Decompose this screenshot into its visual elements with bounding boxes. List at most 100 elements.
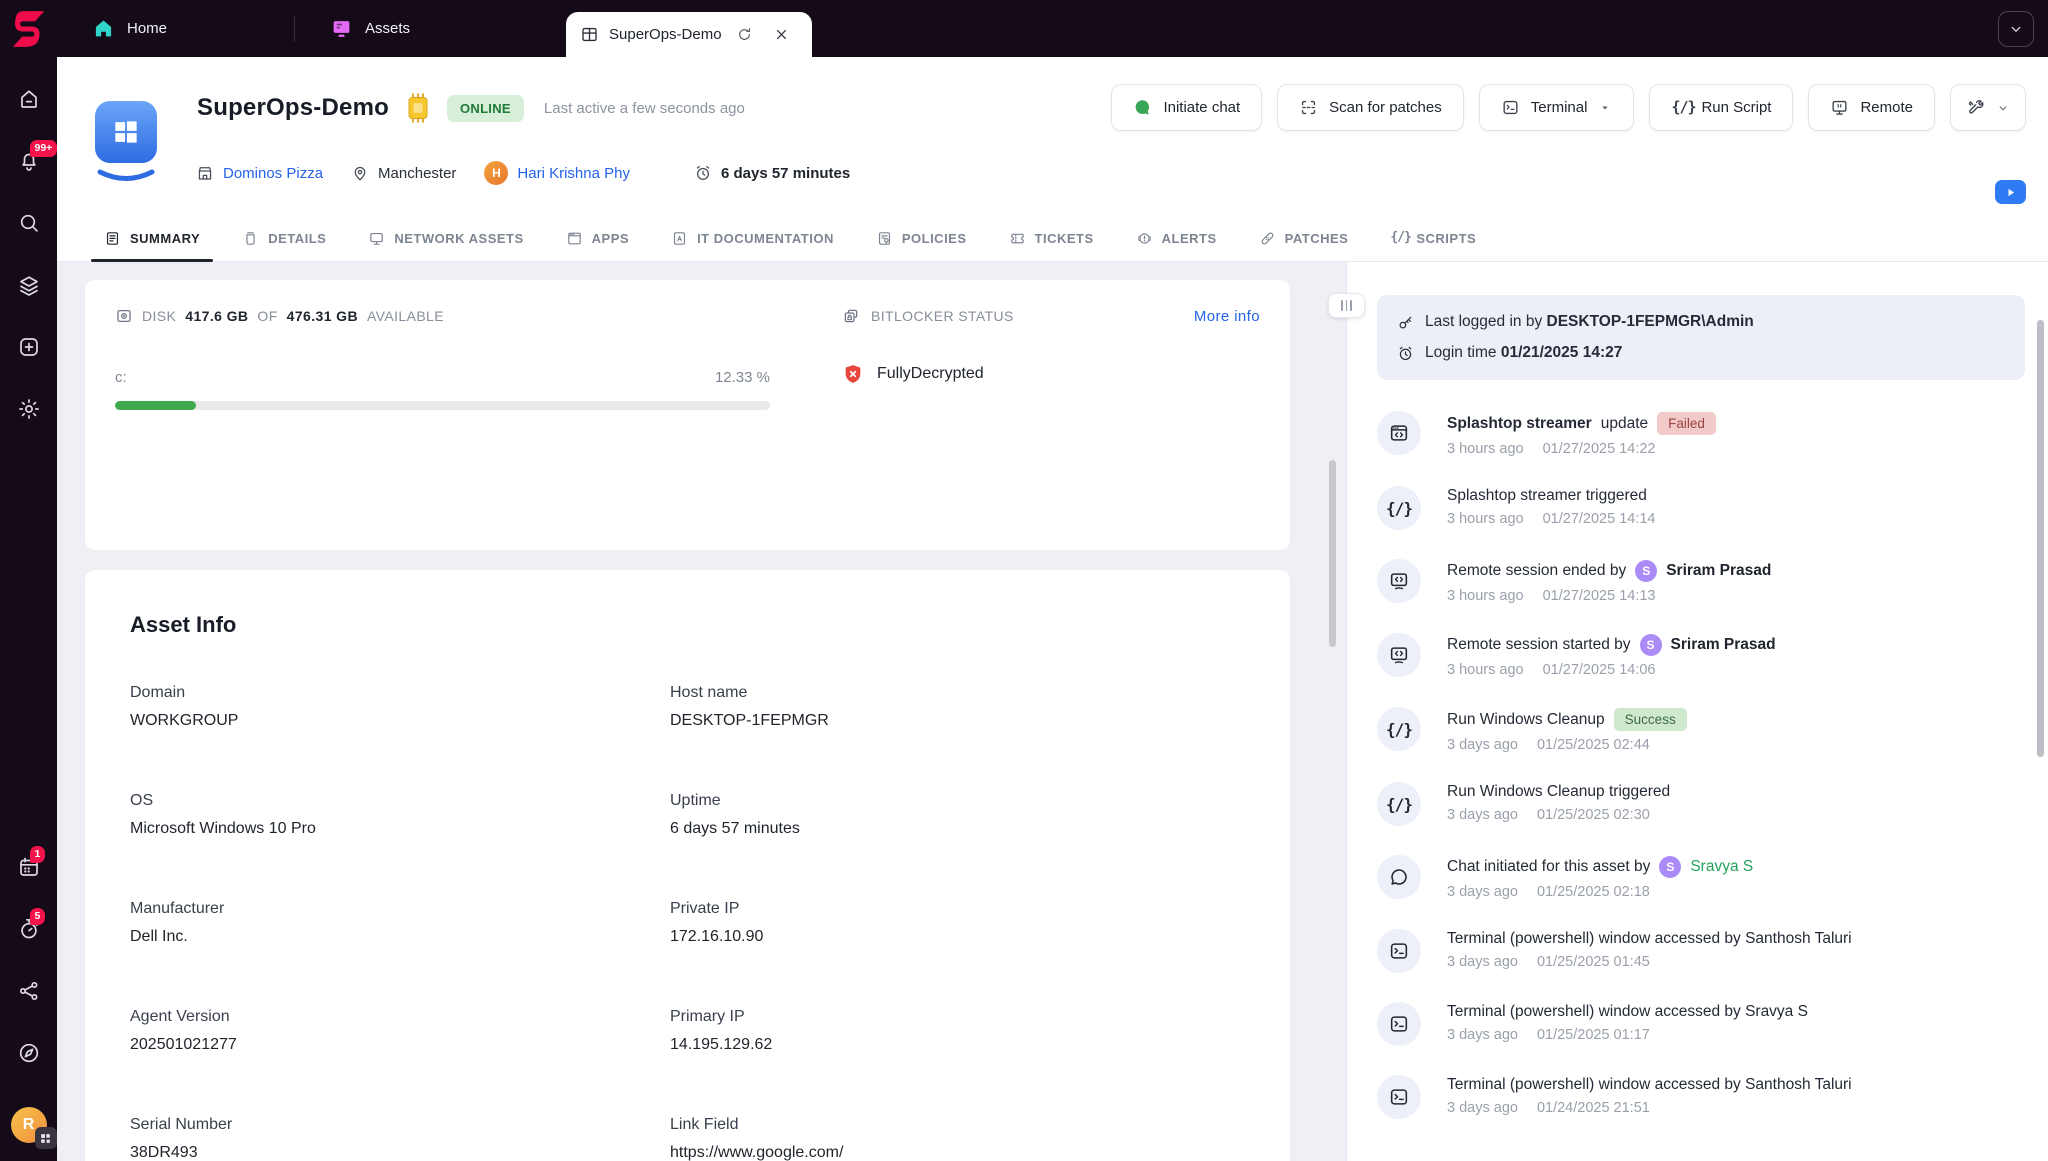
location-pin-icon bbox=[351, 164, 369, 182]
sidebar-share-nodes-icon[interactable] bbox=[17, 979, 41, 1003]
last-login-user: DESKTOP-1FEPMGR\Admin bbox=[1546, 313, 1754, 330]
activity-time-ago: 3 days ago bbox=[1447, 884, 1518, 900]
remote-button[interactable]: Remote bbox=[1808, 84, 1935, 131]
topbar-home-tab[interactable]: Home bbox=[57, 0, 294, 57]
terminal-button[interactable]: Terminal bbox=[1478, 84, 1635, 131]
terminal-feed-icon bbox=[1377, 1002, 1421, 1046]
activity-date: 01/25/2025 01:17 bbox=[1536, 1027, 1650, 1043]
activity-date: 01/25/2025 02:44 bbox=[1536, 737, 1650, 753]
activity-date: 01/27/2025 14:06 bbox=[1542, 662, 1656, 678]
tab-policies[interactable]: POLICIES bbox=[855, 215, 988, 261]
bitlocker-more-info-link[interactable]: More info bbox=[1194, 308, 1260, 325]
bitlocker-status-value: FullyDecrypted bbox=[877, 365, 984, 382]
tools-menu-button[interactable] bbox=[1950, 84, 2026, 131]
page-title: SuperOps-Demo bbox=[197, 94, 389, 121]
asset-info-card: Asset Info Domain WORKGROUP Host name DES… bbox=[85, 570, 1290, 1161]
topbar-assets-tab[interactable]: Assets bbox=[295, 0, 532, 57]
sidebar-home-icon[interactable] bbox=[17, 87, 41, 111]
sidebar-compass-icon[interactable] bbox=[17, 1041, 41, 1065]
activity-user-name[interactable]: Sravya S bbox=[1690, 858, 1753, 876]
initiate-chat-button[interactable]: Initiate chat bbox=[1111, 84, 1263, 131]
sidebar-plus-square-icon[interactable] bbox=[17, 335, 41, 359]
activity-text: Terminal (powershell) window accessed by… bbox=[1447, 1003, 1808, 1020]
activity-scrollbar[interactable] bbox=[2037, 320, 2044, 757]
qr-badge[interactable] bbox=[34, 1127, 57, 1149]
tab-apps[interactable]: APPS bbox=[545, 215, 650, 261]
topbar-assets-label: Assets bbox=[365, 20, 411, 37]
close-tab-icon[interactable] bbox=[773, 26, 790, 43]
activity-date: 01/25/2025 01:45 bbox=[1536, 954, 1650, 970]
active-asset-tab[interactable]: SuperOps-Demo bbox=[566, 12, 812, 57]
video-tour-button[interactable] bbox=[1995, 180, 2026, 204]
activity-status-badge: Success bbox=[1613, 708, 1687, 731]
terminal-feed-icon bbox=[1377, 1075, 1421, 1119]
sidebar-search-icon[interactable] bbox=[17, 211, 41, 235]
refresh-icon[interactable] bbox=[736, 26, 753, 43]
apps-icon bbox=[566, 230, 583, 247]
activity-text: Terminal (powershell) window accessed by… bbox=[1447, 1076, 1852, 1093]
sidebar-bell-icon[interactable]: 99+ bbox=[17, 140, 58, 173]
superops-logo[interactable] bbox=[0, 10, 57, 48]
field-value: 6 days 57 minutes bbox=[670, 820, 800, 837]
sidebar-layers-icon[interactable] bbox=[17, 273, 41, 297]
tab-alerts[interactable]: ALERTS bbox=[1115, 215, 1238, 261]
tab-summary[interactable]: SUMMARY bbox=[83, 215, 221, 262]
scan-for-patches-button[interactable]: Scan for patches bbox=[1277, 84, 1464, 131]
chevron-down-icon bbox=[1598, 101, 1612, 115]
field-value: DESKTOP-1FEPMGR bbox=[670, 712, 829, 729]
activity-item: Terminal (powershell) window accessed by… bbox=[1377, 1002, 2025, 1046]
activity-date: 01/25/2025 02:30 bbox=[1536, 807, 1650, 823]
bitlocker-label: BITLOCKER STATUS bbox=[871, 308, 1014, 324]
remote-icon bbox=[1830, 98, 1849, 117]
run-script-button[interactable]: {/} Run Script bbox=[1649, 84, 1794, 131]
notification-badge: 99+ bbox=[29, 140, 58, 157]
disk-of-label: OF bbox=[257, 308, 278, 324]
client-name[interactable]: Dominos Pizza bbox=[223, 165, 323, 182]
sidebar-gear-icon[interactable] bbox=[17, 397, 41, 421]
main-scrollbar[interactable] bbox=[1329, 460, 1336, 647]
bitlocker-section: BITLOCKER STATUS More info FullyDecrypte… bbox=[770, 307, 1260, 410]
terminal-feed-icon bbox=[1377, 929, 1421, 973]
technician-link[interactable]: H Hari Krishna Phy bbox=[484, 161, 630, 185]
activity-item: Terminal (powershell) window accessed by… bbox=[1377, 1075, 2025, 1119]
tab-scripts[interactable]: {/} SCRIPTS bbox=[1369, 215, 1497, 261]
activity-date: 01/27/2025 14:22 bbox=[1542, 441, 1656, 457]
tab-label: TICKETS bbox=[1034, 230, 1094, 246]
chip-icon bbox=[405, 93, 431, 123]
activity-status-badge: Failed bbox=[1657, 412, 1716, 435]
code-braces-icon: {/} bbox=[1377, 486, 1421, 530]
disk-usage-fill bbox=[115, 401, 196, 410]
tab-tickets[interactable]: TICKETS bbox=[988, 215, 1115, 261]
activity-time-ago: 3 days ago bbox=[1447, 1100, 1518, 1116]
code-braces-icon: {/} bbox=[1377, 707, 1421, 751]
activity-text: update bbox=[1600, 414, 1649, 432]
tab-network-assets[interactable]: NETWORK ASSETS bbox=[347, 215, 544, 261]
field-label: Link Field bbox=[670, 1116, 739, 1133]
activity-panel: Last logged in by DESKTOP-1FEPMGR\Admin … bbox=[1347, 262, 2048, 1161]
panel-resize-handle[interactable] bbox=[1328, 293, 1365, 318]
field-label: OS bbox=[130, 792, 154, 809]
field-label: Private IP bbox=[670, 900, 740, 917]
activity-time-ago: 3 days ago bbox=[1447, 807, 1518, 823]
chat-outline-icon bbox=[1377, 855, 1421, 899]
shield-x-icon bbox=[842, 363, 864, 385]
disk-usage-bar bbox=[115, 401, 770, 410]
tab-it-documentation[interactable]: IT DOCUMENTATION bbox=[650, 215, 855, 261]
user-avatar[interactable]: R bbox=[10, 1107, 57, 1149]
summary-column: DISK 417.6 GB OF 476.31 GB AVAILABLE c: … bbox=[57, 262, 1346, 1161]
activity-text: Splashtop streamer triggered bbox=[1447, 487, 1647, 504]
client-link[interactable]: Dominos Pizza bbox=[196, 164, 323, 182]
sidebar-calendar-icon[interactable]: 1 bbox=[17, 846, 46, 879]
activity-time-ago: 3 days ago bbox=[1447, 954, 1518, 970]
sidebar-stopwatch-icon[interactable]: 5 bbox=[17, 908, 46, 941]
technician-name[interactable]: Hari Krishna Phy bbox=[517, 165, 630, 182]
activity-text: Remote session started by bbox=[1447, 636, 1631, 653]
login-time-value: 01/21/2025 14:27 bbox=[1500, 344, 1623, 361]
chevron-down-icon bbox=[2007, 20, 2025, 38]
tab-details[interactable]: DETAILS bbox=[221, 215, 347, 261]
topbar-collapse-button[interactable] bbox=[1998, 10, 2034, 47]
monitor-code-icon bbox=[1377, 559, 1421, 603]
tab-patches[interactable]: PATCHES bbox=[1238, 215, 1370, 261]
activity-user-name: Sriram Prasad bbox=[1666, 562, 1772, 579]
doc-icon bbox=[671, 230, 688, 247]
